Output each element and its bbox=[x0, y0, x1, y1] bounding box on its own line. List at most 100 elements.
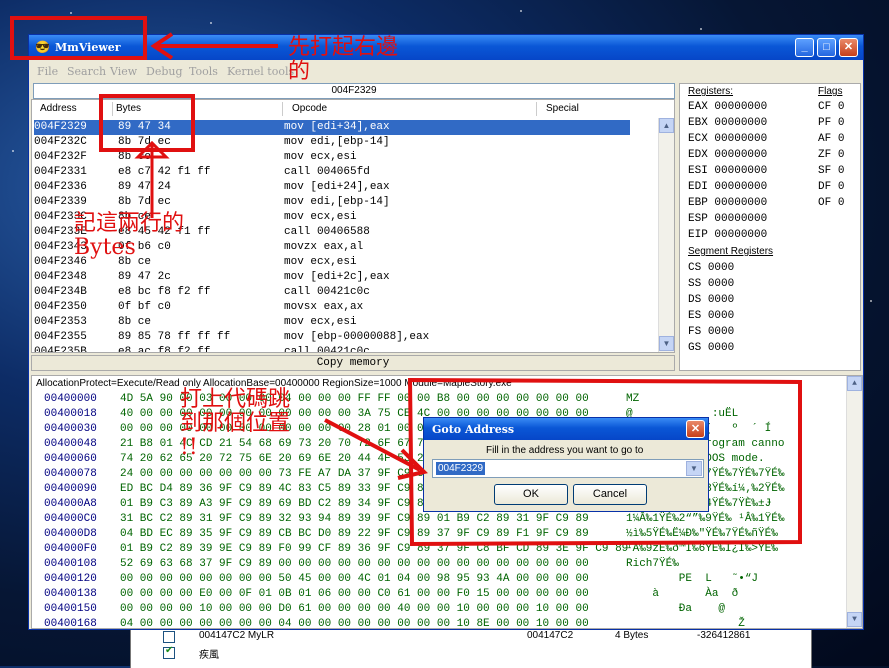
memory-scrollbar[interactable]: ▲ ▼ bbox=[846, 376, 862, 628]
row-opcode: call 00406588 bbox=[284, 226, 370, 238]
row-address: 004F234B bbox=[34, 286, 87, 298]
disassembly-row[interactable]: 004F234B e8 bc f8 f2 ff call 00421c0c bbox=[34, 285, 630, 300]
register-eip: EIP 00000000 bbox=[688, 229, 768, 241]
disassembly-row[interactable]: 004F2348 89 47 2c mov [edi+2c],eax bbox=[34, 270, 630, 285]
menu-search[interactable]: Search bbox=[67, 65, 106, 78]
mmviewer-window: 😎 MmViewer _ □ ✕ File Search View Debug … bbox=[28, 34, 864, 630]
register-edi: EDI 00000000 bbox=[688, 181, 768, 193]
close-button[interactable]: ✕ bbox=[839, 38, 858, 57]
row-checkbox[interactable]: ✔ bbox=[163, 645, 175, 659]
memory-ascii: Ða @ bbox=[626, 603, 726, 615]
flag-df: DF 0 bbox=[818, 181, 845, 193]
row-bytes: 0f bf c0 bbox=[118, 301, 171, 313]
ok-button[interactable]: OK bbox=[494, 484, 568, 505]
register-ebp: EBP 00000000 bbox=[688, 197, 768, 209]
disassembly-row[interactable]: 004F232C 8b 7d ec mov edi,[ebp-14] bbox=[34, 135, 630, 150]
dialog-title-bar[interactable]: Goto Address ✕ bbox=[424, 418, 708, 440]
column-header-bytes[interactable]: Bytes bbox=[116, 103, 141, 114]
memory-ascii: ½ì‰5ŸÉ‰Ë¼Ð‰"ŸÉ‰7ŸÉ‰ñŸÉ‰ bbox=[626, 528, 778, 540]
annotation-text-title: 先打起右邊 的 bbox=[288, 35, 399, 84]
disassembly-row[interactable]: 004F235B e8 ac f8 f2 ff call 00421c0c bbox=[34, 345, 630, 353]
disassembly-row[interactable]: 004F2353 8b ce mov ecx,esi bbox=[34, 315, 630, 330]
memory-address: 00400000 bbox=[44, 393, 97, 405]
disassembly-row[interactable]: 004F2350 0f bf c0 movsx eax,ax bbox=[34, 300, 630, 315]
row-bytes: 8b ce bbox=[118, 151, 152, 163]
memory-address: 00400060 bbox=[44, 453, 97, 465]
row-bytes: e8 ac f8 f2 ff bbox=[118, 346, 211, 353]
disassembly-scrollbar[interactable]: ▲ ▼ bbox=[658, 118, 674, 352]
disassembly-row[interactable]: 004F2355 89 85 78 ff ff ff mov [ebp-000000… bbox=[34, 330, 630, 345]
row-address: 004147C2 bbox=[527, 630, 574, 641]
row-bytes: e8 c7 42 f1 ff bbox=[118, 166, 211, 178]
dialog-close-button[interactable]: ✕ bbox=[686, 420, 705, 438]
row-address: 004F2329 bbox=[34, 121, 87, 133]
row-checkbox[interactable] bbox=[163, 631, 175, 643]
scroll-down-icon[interactable]: ▼ bbox=[659, 336, 674, 351]
row-bytes: 89 85 78 ff ff ff bbox=[118, 331, 231, 343]
disassembly-row[interactable]: 004F2329 89 47 34 mov [edi+34],eax bbox=[34, 120, 630, 135]
memory-address: 00400018 bbox=[44, 408, 97, 420]
menu-kernel-tools[interactable]: Kernel tools bbox=[227, 65, 294, 78]
menu-debug[interactable]: Debug bbox=[146, 65, 183, 78]
column-header-special[interactable]: Special bbox=[546, 103, 579, 114]
column-header-opcode[interactable]: Opcode bbox=[292, 103, 327, 114]
flag-sf: SF 0 bbox=[818, 165, 845, 177]
maximize-button[interactable]: □ bbox=[817, 38, 836, 57]
segment-register-cs: CS 0000 bbox=[688, 262, 735, 274]
memory-address: 00400030 bbox=[44, 423, 97, 435]
disassembly-row[interactable]: 004F232F 8b ce mov ecx,esi bbox=[34, 150, 630, 165]
menu-tools[interactable]: Tools bbox=[189, 65, 218, 78]
disassembly-row[interactable]: 004F2331 e8 c7 42 f1 ff call 004065fd bbox=[34, 165, 630, 180]
minimize-button[interactable]: _ bbox=[795, 38, 814, 57]
address-bar[interactable]: 004F2329 bbox=[33, 83, 675, 99]
row-opcode: mov edi,[ebp-14] bbox=[284, 196, 390, 208]
row-opcode: mov edi,[ebp-14] bbox=[284, 136, 390, 148]
scroll-down-icon[interactable]: ▼ bbox=[847, 612, 862, 627]
menu-file[interactable]: File bbox=[37, 65, 58, 78]
registers-panel: Registers: Flags EAX 00000000 EBX 0000000… bbox=[679, 83, 861, 371]
sunglasses-icon: 😎 bbox=[35, 40, 50, 54]
background-list-row[interactable]: ✔ 疾風 bbox=[131, 645, 811, 661]
row-address: 004F2339 bbox=[34, 196, 87, 208]
row-value: -326412861 bbox=[697, 630, 751, 641]
goto-address-dialog: Goto Address ✕ Fill in the address you w… bbox=[423, 417, 709, 512]
memory-hex: 04 BD EC 89 35 9F C9 89 CB BC D0 89 22 9… bbox=[120, 528, 589, 540]
row-label: 004147C2 MyLR bbox=[199, 630, 275, 641]
memory-address: 004000C0 bbox=[44, 513, 97, 525]
scroll-up-icon[interactable]: ▲ bbox=[659, 118, 674, 133]
registers-title: Registers: bbox=[688, 86, 734, 97]
row-opcode: mov ecx,esi bbox=[284, 256, 357, 268]
row-address: 004F2348 bbox=[34, 271, 87, 283]
flag-of: OF 0 bbox=[818, 197, 845, 209]
memory-ascii: PE L ˜•“J bbox=[626, 573, 759, 585]
copy-memory-button[interactable]: Copy memory bbox=[31, 355, 675, 371]
row-address: 004F2355 bbox=[34, 331, 87, 343]
memory-address: 00400150 bbox=[44, 603, 97, 615]
segment-register-ds: DS 0000 bbox=[688, 294, 735, 306]
memory-hex: 00 00 00 00 00 00 00 00 50 45 00 00 4C 0… bbox=[120, 573, 589, 585]
row-opcode: call 00421c0c bbox=[284, 346, 370, 353]
memory-address: 004000D8 bbox=[44, 528, 97, 540]
title-bar[interactable]: 😎 MmViewer _ □ ✕ bbox=[29, 35, 863, 60]
row-opcode: mov ecx,esi bbox=[284, 316, 357, 328]
chevron-down-icon[interactable]: ▼ bbox=[686, 461, 702, 476]
flag-pf: PF 0 bbox=[818, 117, 845, 129]
memory-address: 00400048 bbox=[44, 438, 97, 450]
row-size: 4 Bytes bbox=[615, 630, 649, 641]
disassembly-row[interactable]: 004F2336 89 47 24 mov [edi+24],eax bbox=[34, 180, 630, 195]
memory-hex: 01 B9 C2 89 39 9E C9 89 F0 99 CF 89 36 9… bbox=[120, 543, 629, 555]
flags-title: Flags bbox=[818, 86, 843, 97]
column-header-address[interactable]: Address bbox=[40, 103, 77, 114]
address-input-value[interactable]: 004F2329 bbox=[436, 462, 486, 475]
dialog-title: Goto Address bbox=[432, 423, 515, 436]
row-bytes: 8b 7d ec bbox=[118, 136, 171, 148]
memory-hex: 00 00 00 00 10 00 00 00 D0 61 00 00 00 0… bbox=[120, 603, 589, 615]
background-list-row[interactable]: 004147C2 MyLR 004147C2 4 Bytes -32641286… bbox=[131, 630, 811, 644]
row-opcode: call 004065fd bbox=[284, 166, 370, 178]
address-combo-input[interactable]: 004F2329 ▼ bbox=[432, 459, 704, 478]
disassembly-row[interactable]: 004F2339 8b 7d ec mov edi,[ebp-14] bbox=[34, 195, 630, 210]
cancel-button[interactable]: Cancel bbox=[573, 484, 647, 505]
row-address: 004F235B bbox=[34, 346, 87, 353]
menu-view[interactable]: View bbox=[110, 65, 137, 78]
scroll-up-icon[interactable]: ▲ bbox=[847, 376, 862, 391]
